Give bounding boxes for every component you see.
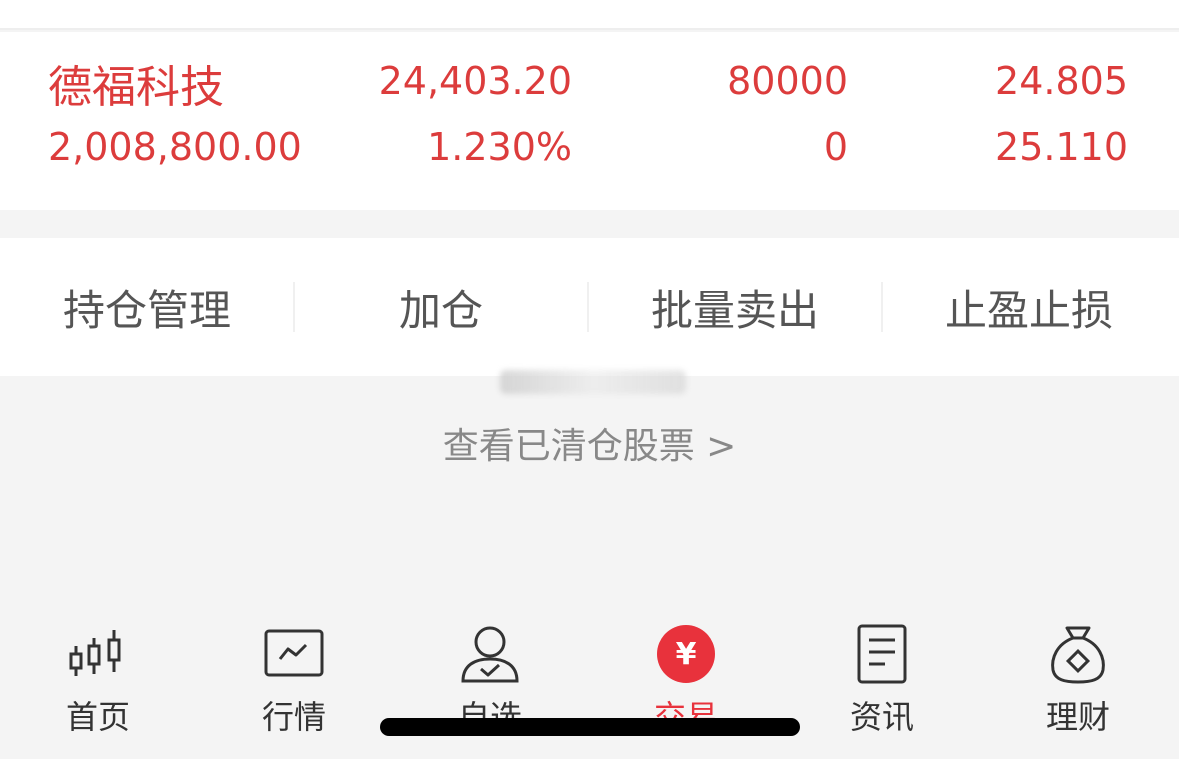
yen-icon: ¥ — [654, 622, 718, 686]
cost-price: 24.805 — [995, 59, 1128, 103]
position-management-label: 持仓管理 — [62, 285, 231, 335]
tab-market[interactable]: 行情 — [196, 622, 392, 742]
divider — [881, 282, 883, 332]
home-indicator[interactable] — [380, 718, 800, 736]
position-management-button[interactable]: 持仓管理 — [0, 238, 294, 376]
position-row[interactable]: 德福科技 2,008,800.00 24,403.20 1.230% 80000… — [0, 32, 1179, 210]
current-price: 25.110 — [995, 125, 1128, 169]
batch-sell-label: 批量卖出 — [650, 285, 819, 335]
market-value: 2,008,800.00 — [48, 125, 302, 169]
tab-home[interactable]: 首页 — [0, 622, 196, 742]
stock-name: 德福科技 — [48, 62, 224, 113]
blurred-overlay — [500, 370, 686, 394]
view-cleared-stocks-link[interactable]: 查看已清仓股票 > — [0, 418, 1179, 468]
top-strip — [0, 0, 1179, 30]
batch-sell-button[interactable]: 批量卖出 — [588, 238, 882, 376]
trade-badge: ¥ — [657, 625, 715, 683]
chart-icon — [262, 622, 326, 686]
divider — [587, 282, 589, 332]
profit-percent: 1.230% — [427, 125, 572, 169]
tab-wealth[interactable]: 理财 — [980, 622, 1176, 742]
candlestick-icon — [66, 622, 130, 686]
stop-profit-loss-label: 止盈止损 — [944, 285, 1113, 335]
document-icon — [850, 622, 914, 686]
tab-wealth-label: 理财 — [1045, 698, 1110, 736]
divider — [293, 282, 295, 332]
holding-quantity: 80000 — [727, 59, 848, 103]
view-cleared-stocks-label: 查看已清仓股票 > — [442, 426, 737, 467]
available-quantity: 0 — [823, 125, 848, 169]
tab-home-label: 首页 — [65, 698, 130, 736]
profit-amount: 24,403.20 — [378, 59, 572, 103]
add-position-button[interactable]: 加仓 — [294, 238, 588, 376]
money-bag-icon — [1046, 622, 1110, 686]
action-bar: 持仓管理 加仓 批量卖出 止盈止损 — [0, 238, 1179, 376]
tab-news[interactable]: 资讯 — [784, 622, 980, 742]
add-position-label: 加仓 — [398, 285, 483, 335]
tab-market-label: 行情 — [261, 698, 326, 736]
stop-profit-loss-button[interactable]: 止盈止损 — [882, 238, 1176, 376]
user-check-icon — [458, 622, 522, 686]
tab-news-label: 资讯 — [849, 698, 914, 736]
